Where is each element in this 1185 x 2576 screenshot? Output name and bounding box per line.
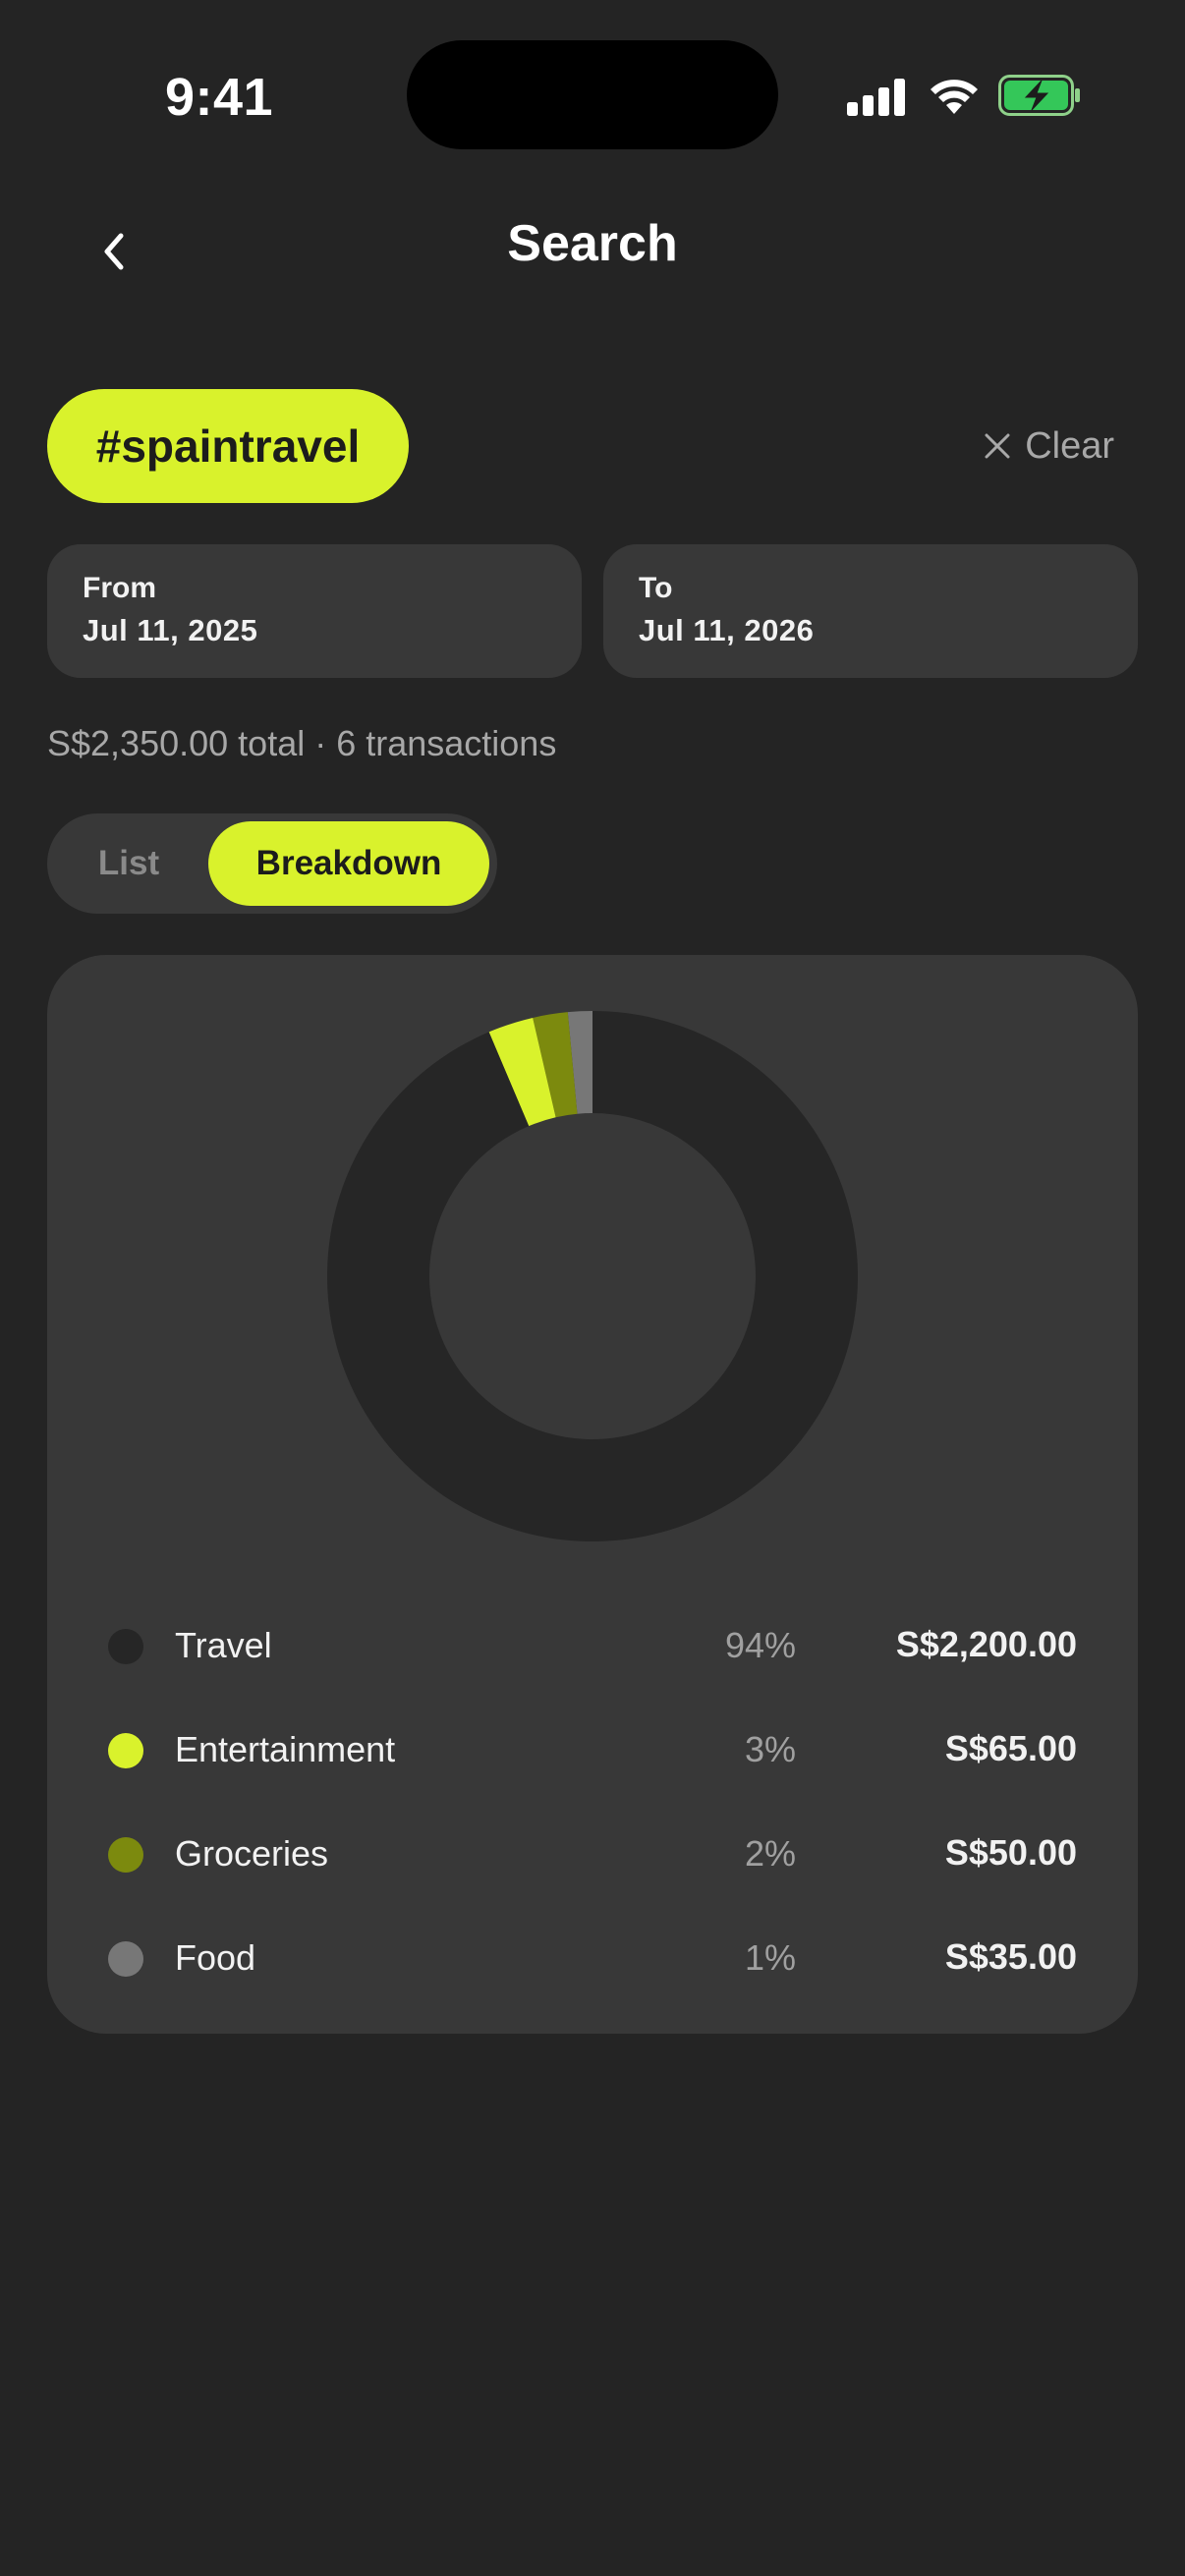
- page-title: Search: [507, 215, 678, 272]
- legend-dot: [108, 1941, 143, 1977]
- legend-amount: S$2,200.00: [895, 1624, 1077, 1664]
- tab-breakdown[interactable]: Breakdown: [208, 821, 489, 906]
- legend-percent: 2%: [744, 1833, 796, 1874]
- clear-button[interactable]: Clear: [984, 419, 1114, 474]
- legend-dot: [108, 1733, 143, 1768]
- legend-percent: 94%: [724, 1625, 796, 1665]
- legend-category: Entertainment: [175, 1729, 396, 1769]
- breakdown-card: Travel 94% S$2,200.00 Entertainment 3% S…: [47, 955, 1138, 2034]
- legend-amount: S$35.00: [944, 1936, 1077, 1977]
- legend-item-food[interactable]: Food 1% S$35.00: [47, 1920, 1138, 1998]
- legend-percent: 3%: [744, 1729, 796, 1769]
- legend-dot: [108, 1837, 143, 1873]
- battery-charging-icon: [998, 75, 1080, 116]
- slice-travel[interactable]: [326, 1011, 858, 1541]
- legend-item-groceries[interactable]: Groceries 2% S$50.00: [47, 1816, 1138, 1894]
- signal-icon: [847, 79, 905, 116]
- from-date-picker[interactable]: From Jul 11, 2025: [47, 544, 582, 678]
- legend-category: Food: [175, 1937, 256, 1978]
- dynamic-island: [407, 40, 778, 149]
- legend-item-entertainment[interactable]: Entertainment 3% S$65.00: [47, 1711, 1138, 1790]
- view-segmented-control: List Breakdown: [47, 813, 497, 914]
- tag-chip[interactable]: #spaintravel: [47, 389, 409, 503]
- search-summary: S$2,350.00 total · 6 transactions: [47, 723, 557, 763]
- donut-chart: [326, 1011, 858, 1541]
- legend-dot: [108, 1629, 143, 1664]
- from-date-value: Jul 11, 2025: [83, 613, 258, 647]
- legend-category: Groceries: [175, 1833, 329, 1874]
- tab-list[interactable]: List: [47, 813, 210, 914]
- wifi-icon: [931, 80, 978, 114]
- legend-category: Travel: [175, 1625, 272, 1665]
- legend-amount: S$65.00: [944, 1728, 1077, 1768]
- legend-amount: S$50.00: [944, 1832, 1077, 1873]
- legend-item-travel[interactable]: Travel 94% S$2,200.00: [47, 1607, 1138, 1686]
- to-label: To: [639, 572, 673, 604]
- to-date-value: Jul 11, 2026: [639, 613, 815, 647]
- close-icon: [985, 433, 1010, 459]
- from-label: From: [83, 572, 156, 604]
- clear-label: Clear: [1025, 424, 1114, 467]
- legend-percent: 1%: [744, 1937, 796, 1978]
- status-time: 9:41: [165, 68, 274, 127]
- to-date-picker[interactable]: To Jul 11, 2026: [603, 544, 1138, 678]
